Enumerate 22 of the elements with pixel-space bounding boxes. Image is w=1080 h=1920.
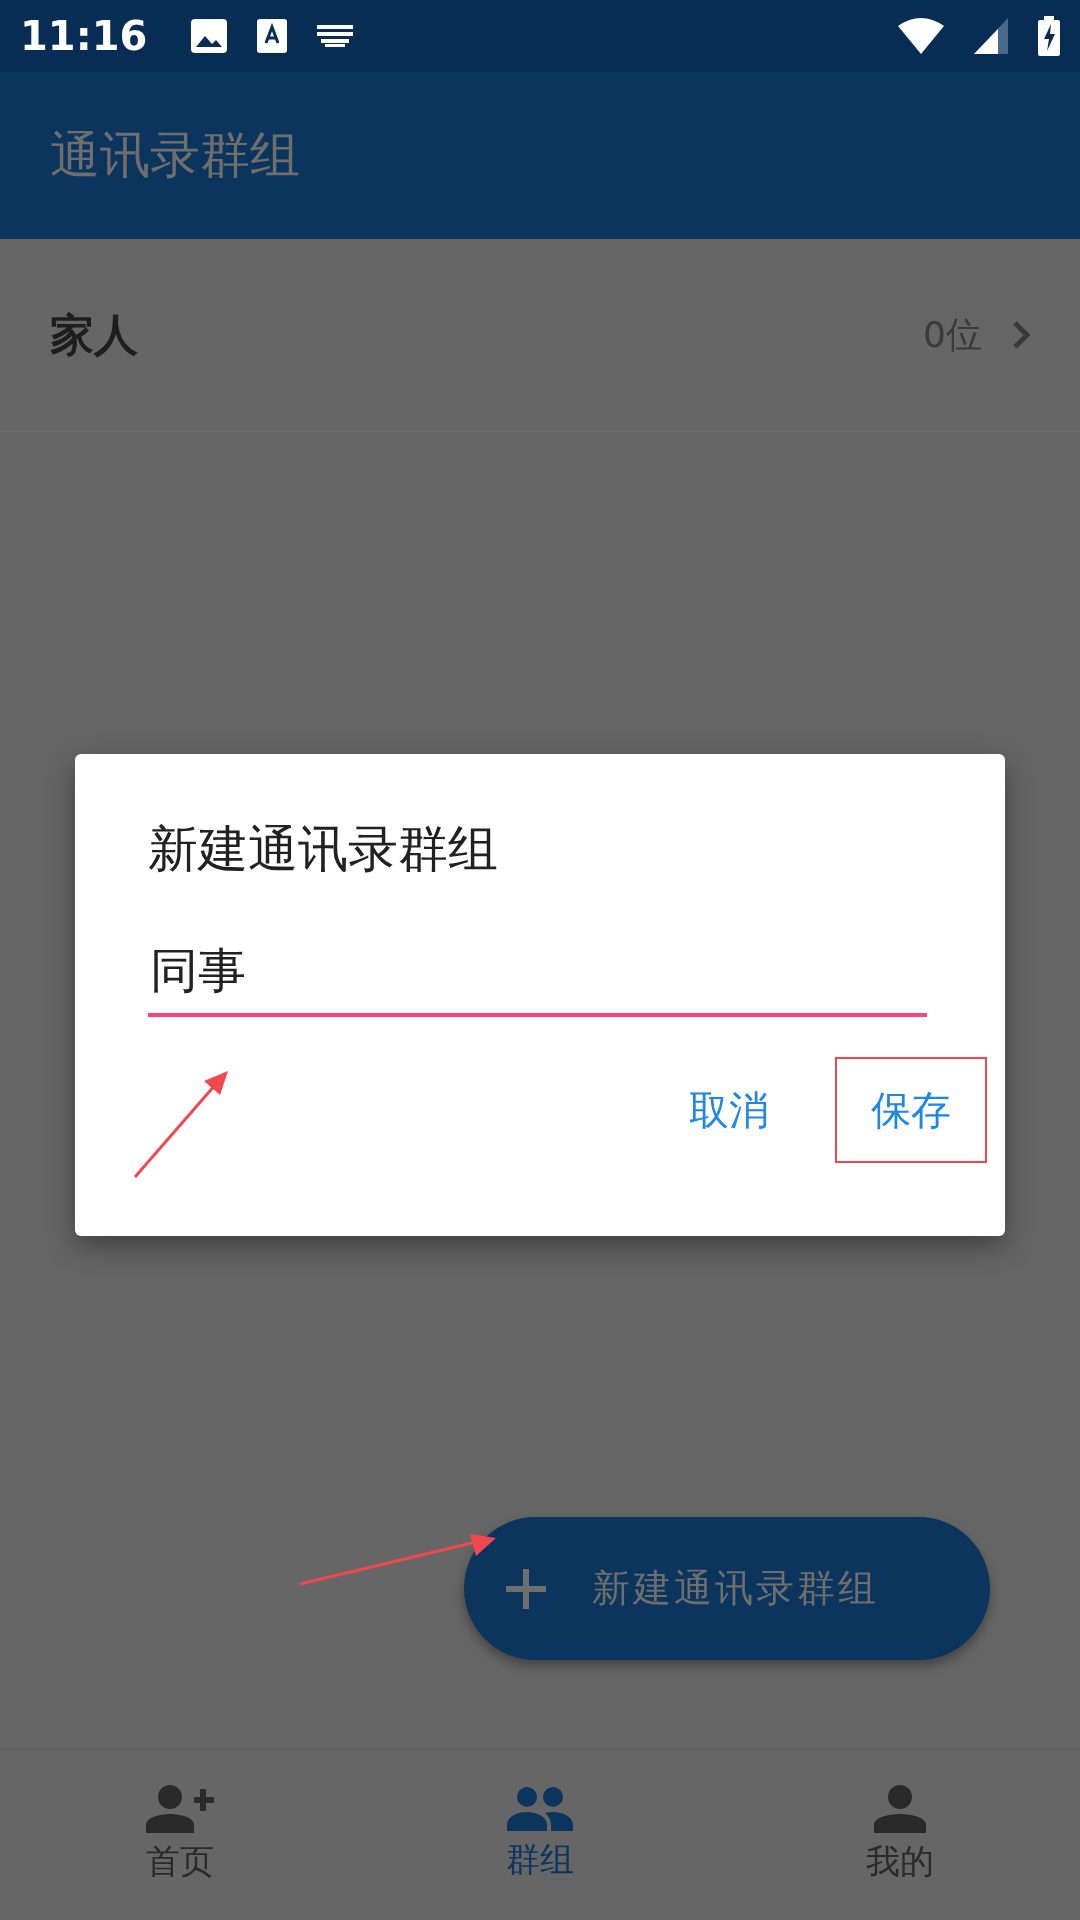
add-person-icon <box>146 1785 214 1833</box>
status-time: 11:16 <box>20 13 148 59</box>
group-name: 家人 <box>50 307 139 362</box>
signal-icon <box>974 18 1008 54</box>
battery-icon <box>1038 16 1060 56</box>
people-icon <box>507 1787 573 1831</box>
dialog-button[interactable]: 保存 <box>835 1057 987 1163</box>
wifi-icon <box>898 18 944 54</box>
group-name-field[interactable]: 同事 <box>148 933 927 1017</box>
new-group-button[interactable]: 新建通讯录群组 <box>464 1517 990 1660</box>
nav-tab[interactable]: 首页 <box>0 1750 360 1920</box>
dialog-title: 新建通讯录群组 <box>148 819 499 880</box>
nav-tab[interactable]: 我的 <box>720 1750 1080 1920</box>
app-bar-title: 通讯录群组 <box>50 125 300 186</box>
image-icon <box>191 19 228 53</box>
dialog-button[interactable]: 取消 <box>653 1057 805 1163</box>
text-icon <box>257 19 288 53</box>
chevron-right-icon <box>1012 320 1030 350</box>
nav-tab[interactable]: 群组 <box>360 1750 720 1920</box>
person-icon <box>874 1785 926 1833</box>
keyboard-icon <box>317 25 354 47</box>
plus-icon <box>504 1566 548 1611</box>
